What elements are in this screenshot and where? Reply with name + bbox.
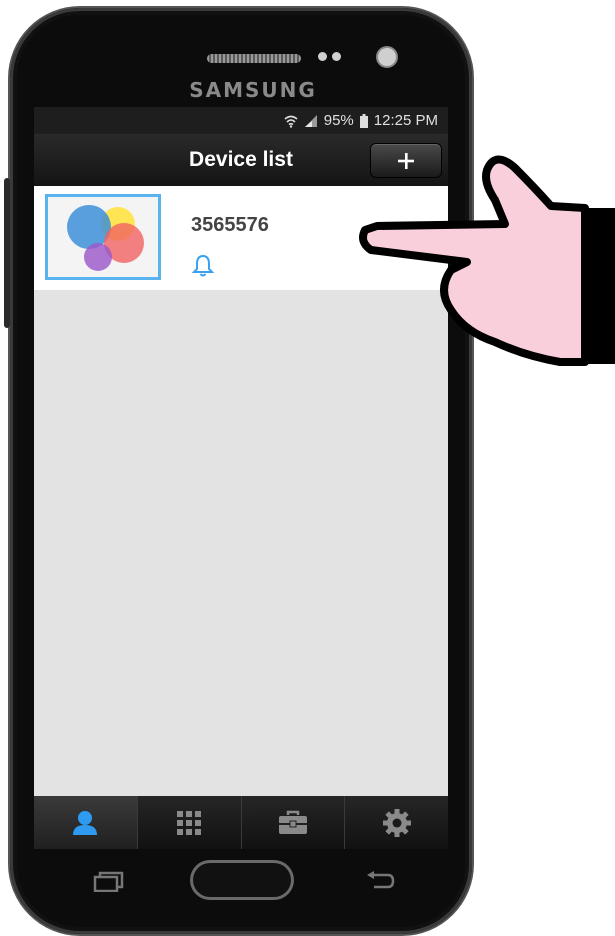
toolbox-icon bbox=[278, 810, 307, 834]
volume-button bbox=[4, 178, 10, 328]
tab-settings[interactable] bbox=[344, 796, 448, 849]
bottom-tab-bar bbox=[34, 796, 448, 849]
earpiece-speaker bbox=[207, 54, 301, 63]
pointing-hand-icon bbox=[359, 155, 615, 366]
proximity-sensor bbox=[318, 52, 327, 61]
device-name: 3565576 bbox=[191, 214, 269, 236]
colorful-circles-logo bbox=[67, 205, 144, 271]
back-key[interactable] bbox=[364, 870, 396, 892]
gear-icon bbox=[382, 808, 411, 837]
tab-toolbox[interactable] bbox=[240, 796, 345, 849]
battery-icon bbox=[359, 113, 368, 128]
grid-icon bbox=[177, 810, 202, 835]
light-sensor bbox=[332, 52, 341, 61]
tab-apps[interactable] bbox=[136, 796, 241, 849]
clock: 12:25 PM bbox=[373, 112, 438, 129]
brand-logo: SAMSUNG bbox=[189, 78, 317, 102]
bell-icon[interactable] bbox=[191, 254, 215, 283]
wifi-icon bbox=[284, 114, 298, 128]
home-button[interactable] bbox=[190, 860, 294, 900]
signal-icon bbox=[304, 114, 318, 128]
person-icon bbox=[73, 810, 98, 835]
recent-apps-key[interactable] bbox=[92, 870, 126, 892]
battery-percent: 95% bbox=[323, 112, 354, 129]
status-bar: 95% 12:25 PM bbox=[34, 107, 448, 134]
front-camera bbox=[378, 48, 396, 66]
tab-devices[interactable] bbox=[34, 796, 137, 849]
device-thumbnail[interactable] bbox=[45, 194, 161, 280]
